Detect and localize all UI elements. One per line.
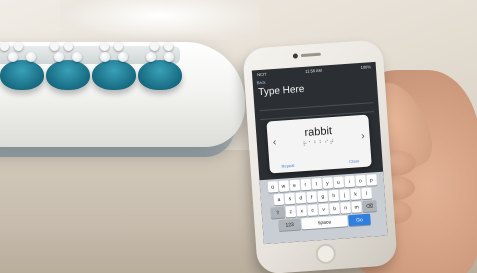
- keyboard-key[interactable]: g: [317, 190, 329, 203]
- braille-dot: [100, 52, 110, 62]
- word-popup: ‹ rabbit ⠗⠁⠃⠃⠊⠞ › Repeat Close: [266, 114, 372, 174]
- keyboard-key[interactable]: b: [329, 202, 341, 215]
- smartphone: NCIT 11:58 AM 100% Back Type Here ‹ rabb…: [242, 39, 398, 273]
- battery-label: 100%: [360, 64, 372, 70]
- rail-peg: [150, 42, 159, 51]
- braille-dot: [72, 52, 82, 62]
- photo-scene: NCIT 11:58 AM 100% Back Type Here ‹ rabb…: [0, 0, 477, 273]
- rail-peg: [64, 42, 73, 51]
- braille-dot: [54, 52, 64, 62]
- keyboard-key[interactable]: q: [267, 181, 278, 193]
- keyboard-key[interactable]: h: [328, 189, 340, 202]
- keyboard-key[interactable]: v: [318, 203, 330, 216]
- keyboard-key[interactable]: w: [278, 180, 289, 192]
- braille-key: [0, 52, 44, 90]
- keyboard-key[interactable]: m: [351, 201, 362, 213]
- shift-key[interactable]: ⇧: [270, 206, 286, 219]
- repeat-button[interactable]: Repeat: [281, 163, 294, 169]
- home-button[interactable]: [315, 243, 337, 265]
- keyboard-key[interactable]: z: [285, 205, 297, 218]
- rail-peg: [50, 42, 59, 51]
- keyboard-key[interactable]: e: [289, 179, 300, 192]
- space-key[interactable]: space: [301, 215, 348, 230]
- keyboard-key[interactable]: o: [354, 174, 366, 187]
- keyboard-key[interactable]: p: [365, 174, 377, 186]
- keyboard-key[interactable]: u: [332, 176, 344, 189]
- braille-dot: [26, 52, 36, 62]
- on-screen-keyboard: qwertyuiop asdfghjkl ⇧ z x c v b n m ⌫ 123 space…: [259, 171, 388, 245]
- keyboard-key[interactable]: i: [343, 175, 355, 188]
- keyboard-key[interactable]: x: [296, 205, 308, 217]
- braille-dot: [164, 52, 174, 62]
- braille-key: [46, 52, 90, 90]
- backspace-key[interactable]: ⌫: [362, 200, 377, 213]
- rail-peg: [164, 42, 173, 51]
- braille-key: [92, 52, 136, 90]
- braille-dot: [146, 52, 156, 62]
- rail-peg: [100, 42, 109, 51]
- keyboard-key[interactable]: s: [284, 192, 296, 205]
- status-time: 11:58 AM: [305, 67, 322, 74]
- keyboard-key[interactable]: f: [306, 191, 318, 204]
- braille-dot: [118, 52, 128, 62]
- keyboard-key[interactable]: a: [273, 193, 285, 206]
- keyboard-key[interactable]: n: [340, 202, 351, 214]
- keyboard-key[interactable]: y: [321, 177, 333, 189]
- rail-peg: [0, 42, 9, 51]
- keyboard-key[interactable]: j: [339, 189, 351, 201]
- page-title: Type Here: [257, 83, 305, 99]
- braille-key: [138, 52, 182, 90]
- phone-screen: NCIT 11:58 AM 100% Back Type Here ‹ rabb…: [251, 61, 388, 245]
- keyboard-key[interactable]: k: [350, 188, 362, 200]
- rail-peg: [114, 42, 123, 51]
- back-button[interactable]: Back: [256, 80, 265, 86]
- braille-dot: [8, 52, 18, 62]
- keyboard-key[interactable]: r: [300, 178, 311, 191]
- keyboard-key[interactable]: l: [361, 187, 373, 200]
- status-bar: NCIT 11:58 AM 100%: [252, 62, 376, 80]
- keyboard-key[interactable]: t: [310, 177, 322, 190]
- rail-peg: [14, 42, 23, 51]
- go-key[interactable]: Go: [348, 213, 371, 227]
- numbers-key[interactable]: 123: [278, 218, 302, 232]
- earpiece: [300, 52, 321, 58]
- carrier-label: NCIT: [256, 71, 267, 78]
- close-button[interactable]: Close: [349, 158, 360, 164]
- keyboard-key[interactable]: d: [295, 192, 307, 204]
- braille-device: [0, 32, 250, 157]
- keyboard-key[interactable]: c: [307, 204, 319, 216]
- front-camera: [292, 53, 299, 59]
- next-arrow-icon[interactable]: ›: [361, 131, 365, 142]
